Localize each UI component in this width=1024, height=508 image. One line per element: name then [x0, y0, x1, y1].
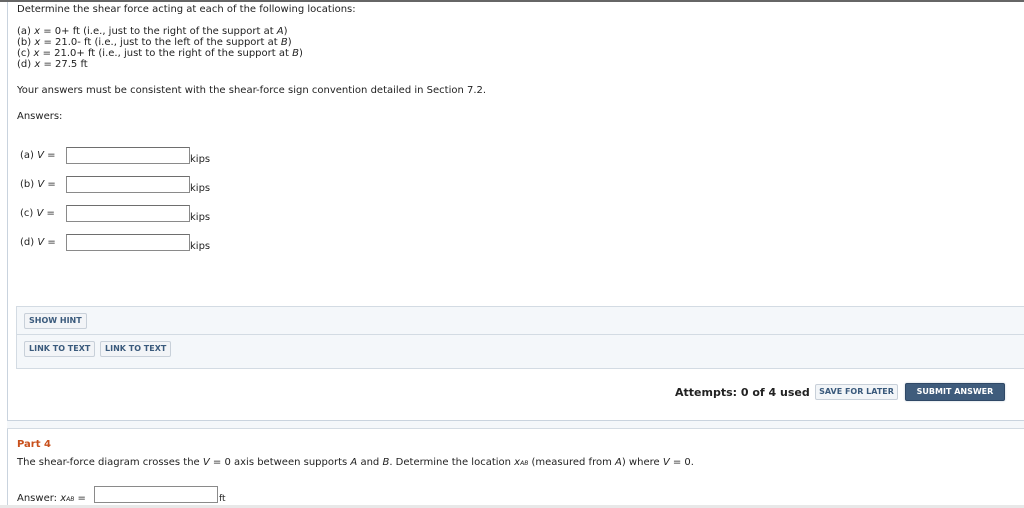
- sign-convention-note: Your answers must be consistent with the…: [17, 85, 487, 96]
- location-a: (a) x = 0+ ft (i.e., just to the right o…: [17, 26, 288, 37]
- link-to-text-button-1[interactable]: LINK TO TEXT: [24, 341, 96, 357]
- question-intro: Determine the shear force acting at each…: [17, 4, 356, 15]
- location-c: (c) x = 21.0+ ft (i.e., just to the righ…: [17, 48, 303, 59]
- location-d: (d) x = 27.5 ft: [17, 59, 88, 70]
- unit-label: kips: [190, 154, 211, 165]
- part4-title: Part 4: [17, 439, 51, 450]
- save-for-later-button[interactable]: SAVE FOR LATER: [815, 384, 898, 400]
- unit-label: kips: [190, 183, 211, 194]
- part3-question: Determine the shear force acting at each…: [17, 4, 1017, 122]
- section-separator: [7, 421, 1024, 429]
- show-hint-button[interactable]: SHOW HINT: [24, 313, 87, 329]
- location-b: (b) x = 21.0- ft (i.e., just to the left…: [17, 37, 292, 48]
- attempts-counter: Attempts: 0 of 4 used: [675, 386, 810, 399]
- link-to-text-button-2[interactable]: LINK TO TEXT: [100, 341, 172, 357]
- hint-panel: SHOW HINT LINK TO TEXT LINK TO TEXT: [16, 306, 1024, 369]
- answers-label: Answers:: [17, 111, 63, 122]
- answer-input-b[interactable]: [66, 176, 190, 193]
- part4-answer-label: Answer: xAB =: [17, 493, 86, 504]
- answer-input-a[interactable]: [66, 147, 190, 164]
- part4-answer-input[interactable]: [94, 486, 218, 503]
- divider: [17, 334, 1024, 335]
- answer-input-d[interactable]: [66, 234, 190, 251]
- unit-label: kips: [190, 212, 211, 223]
- part4-unit-label: ft: [219, 494, 226, 504]
- part4-question: The shear-force diagram crosses the V = …: [17, 457, 694, 468]
- answer-input-c[interactable]: [66, 205, 190, 222]
- unit-label: kips: [190, 241, 211, 252]
- submit-answer-button[interactable]: SUBMIT ANSWER: [905, 383, 1005, 401]
